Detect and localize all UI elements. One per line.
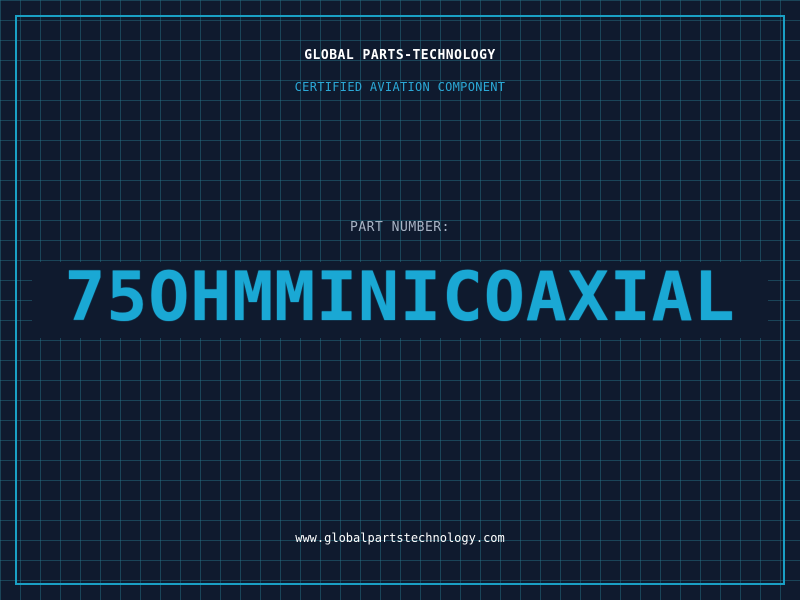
part-label-card: GLOBAL PARTS-TECHNOLOGY CERTIFIED AVIATI… [0,0,800,600]
certification-tagline: CERTIFIED AVIATION COMPONENT [294,80,506,94]
part-number-value: 75OHMMINICOAXIAL [64,258,736,337]
part-number-label: PART NUMBER: [350,220,450,235]
company-name: GLOBAL PARTS-TECHNOLOGY [304,48,496,63]
website-url: www.globalpartstechnology.com [295,531,505,545]
